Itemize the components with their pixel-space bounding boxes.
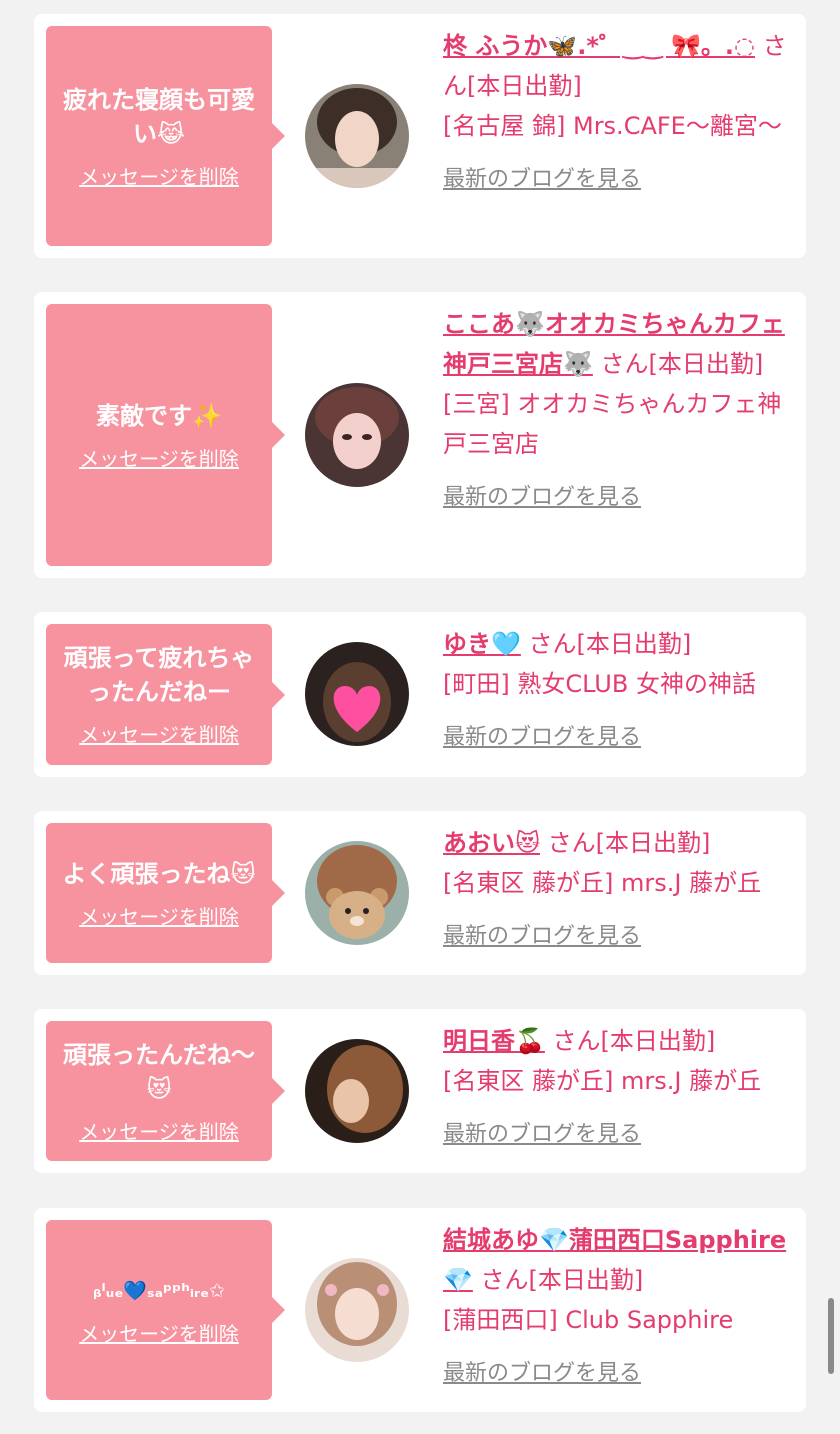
delete-message-link[interactable]: メッセージを削除 [79, 901, 239, 930]
message-card: ᵦˡᵤₑ💙ₛₐᵖᵖʰᵢᵣₑ✩ メッセージを削除 結城あゆ💎蒲田西口Sapphir… [34, 1208, 806, 1412]
cast-name-link[interactable]: 明日香🍒 [443, 1027, 545, 1055]
cast-info: 明日香🍒 さん[本日出勤] [名東区 藤が丘] mrs.J 藤が丘 最新のブログ… [443, 1021, 792, 1155]
cast-status: さん[本日出勤] [528, 630, 692, 658]
cast-name-link[interactable]: ゆき🩵 [443, 630, 521, 658]
delete-message-link[interactable]: メッセージを削除 [79, 443, 239, 472]
message-text: 頑張って疲れちゃったんだねー [63, 644, 255, 706]
view-blog-link[interactable]: 最新のブログを見る [443, 917, 641, 957]
view-blog-link[interactable]: 最新のブログを見る [443, 478, 641, 518]
cast-status: さん[本日出勤] [480, 1266, 644, 1294]
cast-info: ゆき🩵 さん[本日出勤] [町田] 熟女CLUB 女神の神話 最新のブログを見る [443, 624, 792, 758]
message-text: 頑張ったんだね～😻 [63, 1040, 255, 1103]
cast-info: 結城あゆ💎蒲田西口Sapphire💎 さん[本日出勤] [蒲田西口] Club … [443, 1220, 792, 1394]
cast-info: あおい😻 さん[本日出勤] [名東区 藤が丘] mrs.J 藤が丘 最新のブログ… [443, 823, 792, 957]
shop-name: [名東区 藤が丘] mrs.J 藤が丘 [443, 869, 762, 897]
view-blog-link[interactable]: 最新のブログを見る [443, 1354, 641, 1394]
message-text: ᵦˡᵤₑ💙ₛₐᵖᵖʰᵢᵣₑ✩ [92, 1279, 226, 1302]
message-list: 疲れた寝顔も可愛い😹 メッセージを削除 柊 ふうか🦋.*゜‿‿ 🎀。.◌ さん[… [0, 0, 840, 1434]
message-text: よく頑張ったね😻 [62, 859, 256, 888]
delete-message-link[interactable]: メッセージを削除 [79, 719, 239, 748]
shop-name: [名古屋 錦] Mrs.CAFE～離宮～ [443, 112, 782, 140]
shop-name: [町田] 熟女CLUB 女神の神話 [443, 670, 756, 698]
avatar[interactable] [305, 841, 409, 945]
cast-status: さん[本日出勤] [552, 1027, 716, 1055]
message-bubble: 疲れた寝顔も可愛い😹 メッセージを削除 [46, 26, 285, 246]
delete-message-link[interactable]: メッセージを削除 [79, 161, 239, 190]
shop-name: [名東区 藤が丘] mrs.J 藤が丘 [443, 1067, 762, 1095]
message-card: 素敵です✨ メッセージを削除 ここあ🐺オオカミちゃんカフェ神戸三宮店🐺 さん[本… [34, 292, 806, 578]
view-blog-link[interactable]: 最新のブログを見る [443, 718, 641, 758]
avatar[interactable] [305, 642, 409, 746]
avatar[interactable] [305, 383, 409, 487]
message-bubble: ᵦˡᵤₑ💙ₛₐᵖᵖʰᵢᵣₑ✩ メッセージを削除 [46, 1220, 285, 1400]
cast-info: ここあ🐺オオカミちゃんカフェ神戸三宮店🐺 さん[本日出勤] [三宮] オオカミち… [443, 304, 792, 518]
message-bubble: 素敵です✨ メッセージを削除 [46, 304, 285, 566]
message-card: 頑張ったんだね～😻 メッセージを削除 明日香🍒 さん[本日出勤] [名東区 藤が… [34, 1009, 806, 1173]
cast-name-link[interactable]: あおい😻 [443, 829, 540, 857]
shop-name: [蒲田西口] Club Sapphire [443, 1306, 734, 1334]
message-text: 素敵です✨ [96, 401, 222, 430]
message-text: 疲れた寝顔も可愛い😹 [63, 85, 255, 148]
message-bubble: よく頑張ったね😻 メッセージを削除 [46, 823, 285, 963]
message-card: 疲れた寝顔も可愛い😹 メッセージを削除 柊 ふうか🦋.*゜‿‿ 🎀。.◌ さん[… [34, 14, 806, 258]
view-blog-link[interactable]: 最新のブログを見る [443, 160, 641, 200]
delete-message-link[interactable]: メッセージを削除 [79, 1116, 239, 1145]
shop-name: [三宮] オオカミちゃんカフェ神戸三宮店 [443, 390, 782, 458]
cast-status: さん[本日出勤] [600, 350, 764, 378]
message-bubble: 頑張って疲れちゃったんだねー メッセージを削除 [46, 624, 285, 765]
cast-info: 柊 ふうか🦋.*゜‿‿ 🎀。.◌ さん[本日出勤] [名古屋 錦] Mrs.CA… [443, 26, 792, 200]
avatar[interactable] [305, 84, 409, 188]
delete-message-link[interactable]: メッセージを削除 [79, 1318, 239, 1347]
cast-status: さん[本日出勤] [547, 829, 711, 857]
message-card: よく頑張ったね😻 メッセージを削除 あおい😻 さん[本日出勤] [名東区 藤が丘… [34, 811, 806, 975]
view-blog-link[interactable]: 最新のブログを見る [443, 1115, 641, 1155]
scrollbar[interactable] [828, 1298, 834, 1374]
message-bubble: 頑張ったんだね～😻 メッセージを削除 [46, 1021, 285, 1161]
avatar[interactable] [305, 1258, 409, 1362]
cast-name-link[interactable]: 柊 ふうか🦋.*゜‿‿ 🎀。.◌ [443, 32, 755, 60]
message-card: 頑張って疲れちゃったんだねー メッセージを削除 ゆき🩵 さん[本日出勤] [町田… [34, 612, 806, 777]
avatar[interactable] [305, 1039, 409, 1143]
